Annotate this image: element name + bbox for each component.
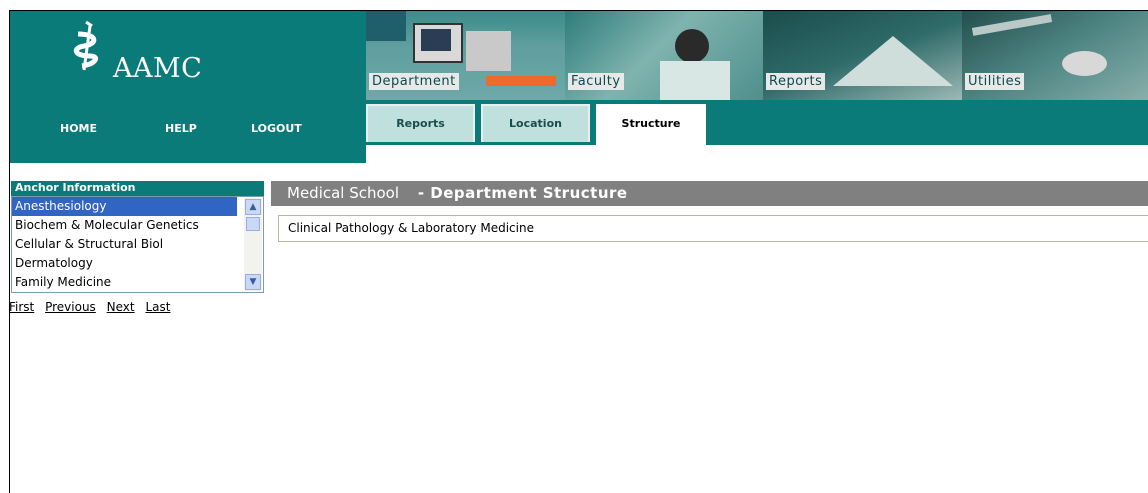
tab-reports[interactable]: Reports [366,104,475,142]
list-item[interactable]: Biochem & Molecular Genetics [12,216,237,235]
list-item[interactable]: Anesthesiology [12,197,237,216]
banner-label: Faculty [568,73,624,90]
scroll-down-icon[interactable]: ▼ [245,274,261,290]
list-item[interactable]: Cellular & Structural Biol [12,235,237,254]
nav-home-link[interactable]: HOME [60,122,97,135]
pager: First Previous Next Last [9,300,177,314]
banner-label: Utilities [965,73,1025,90]
pager-previous-link[interactable]: Previous [45,300,96,314]
department-listbox[interactable]: Anesthesiology Biochem & Molecular Genet… [11,196,264,293]
department-structure-header: Medical School - Department Structure [271,181,1148,206]
scroll-up-icon[interactable]: ▲ [245,199,261,215]
pager-first-link[interactable]: First [9,300,34,314]
list-item[interactable]: Dermatology [12,254,237,273]
nav-logout-link[interactable]: LOGOUT [251,122,302,135]
logo-text: AAMC [113,53,203,84]
anchor-information-panel: Anchor Information Anesthesiology Bioche… [11,181,264,293]
banner-reports[interactable]: Reports [763,11,962,100]
nav-help-link[interactable]: HELP [165,122,197,135]
banner-label: Department [369,73,459,90]
pager-last-link[interactable]: Last [145,300,170,314]
scroll-thumb[interactable] [246,217,260,231]
title-text: Department Structure [430,184,628,202]
banner-utilities[interactable]: Utilities [962,11,1148,100]
tab-structure[interactable]: Structure [596,104,706,146]
department-structure-item[interactable]: Clinical Pathology & Laboratory Medicine [278,215,1148,242]
title-separator: - [417,184,425,202]
tab-location[interactable]: Location [481,104,590,142]
banner-department[interactable]: Department [366,11,565,100]
page-title: - Department Structure [418,184,628,202]
banner-label: Reports [766,73,826,90]
listbox-scrollbar[interactable]: ▲ ▼ [244,198,262,291]
school-name: Medical School [287,184,400,202]
list-item[interactable]: Family Medicine [12,273,237,292]
banner-faculty[interactable]: Faculty [565,11,763,100]
anchor-panel-title: Anchor Information [11,181,264,196]
pager-next-link[interactable]: Next [107,300,135,314]
